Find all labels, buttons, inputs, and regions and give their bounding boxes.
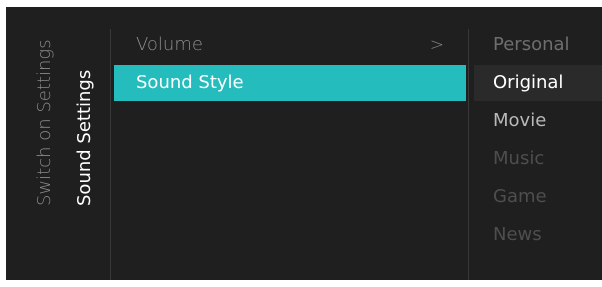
menu-item-volume[interactable]: Volume > (114, 27, 466, 63)
tv-settings-screen: Switch on Settings Sound Settings Volume… (6, 7, 602, 280)
option-original[interactable]: Original (474, 65, 602, 101)
column-divider-left (110, 29, 111, 280)
chevron-right-icon: > (429, 35, 444, 55)
option-personal[interactable]: Personal (474, 27, 602, 63)
option-movie[interactable]: Movie (474, 103, 602, 139)
menu-item-label: Sound Style (136, 72, 244, 93)
breadcrumb-parent-switch-on-settings[interactable]: Switch on Settings (34, 39, 56, 206)
breadcrumb: Switch on Settings Sound Settings (6, 7, 110, 280)
menu-item-label: Volume (136, 34, 203, 55)
sound-settings-menu: Volume > Sound Style (114, 27, 466, 103)
menu-item-sound-style[interactable]: Sound Style (114, 65, 466, 101)
option-music: Music (493, 148, 545, 169)
sound-style-options: Personal Original Movie Music Game News (474, 27, 602, 255)
breadcrumb-current-sound-settings: Sound Settings (74, 69, 95, 206)
option-game: Game (493, 186, 547, 207)
column-divider-right (468, 29, 469, 280)
option-news: News (493, 224, 542, 245)
